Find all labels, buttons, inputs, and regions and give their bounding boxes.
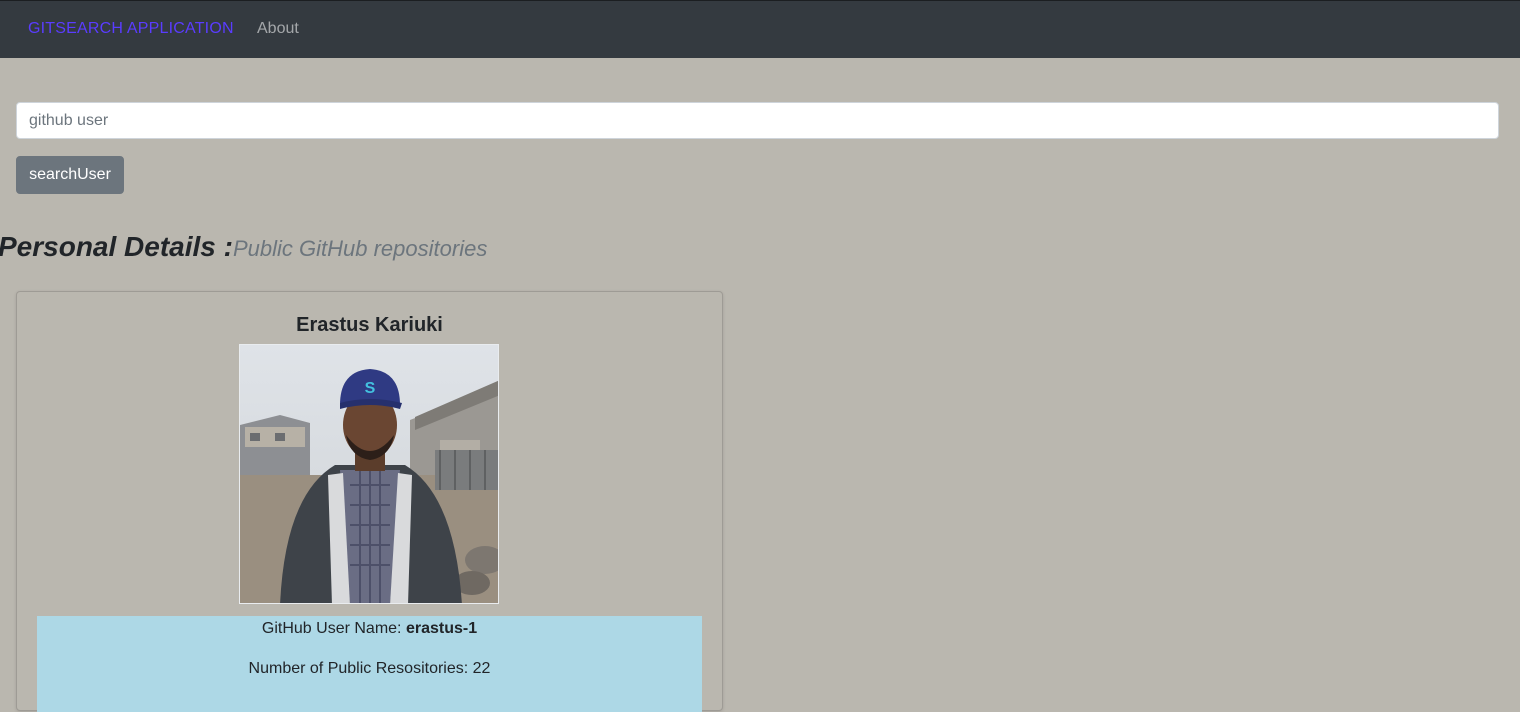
repos-label: Number of Public Resositories:	[248, 660, 473, 677]
username-label: GitHub User Name:	[261, 620, 406, 637]
repos-line: Number of Public Resositories: 22	[37, 660, 702, 678]
search-user-button[interactable]: searchUser	[16, 156, 124, 194]
info-panel: GitHub User Name: erastus-1 Number of Pu…	[37, 616, 702, 712]
section-subtitle: Public GitHub repositories	[232, 236, 488, 261]
svg-text:S: S	[365, 380, 376, 397]
username-value: erastus-1	[405, 620, 478, 637]
username-line: GitHub User Name: erastus-1	[37, 620, 702, 638]
avatar: S	[239, 344, 499, 604]
avatar-photo: S	[240, 345, 498, 603]
section-heading: Personal Details :Public GitHub reposito…	[0, 231, 487, 263]
profile-card: Erastus Kariuki S GitHub User Name: eras…	[16, 291, 723, 712]
top-navbar: GITSEARCH APPLICATION About	[0, 0, 1520, 58]
brand-link[interactable]: GITSEARCH APPLICATION	[28, 20, 234, 38]
nav-about-link[interactable]: About	[257, 20, 299, 38]
profile-name: Erastus Kariuki	[296, 314, 443, 336]
section-title: Personal Details :	[0, 231, 233, 262]
repos-count: 22	[472, 660, 491, 677]
search-input[interactable]	[16, 102, 1499, 139]
